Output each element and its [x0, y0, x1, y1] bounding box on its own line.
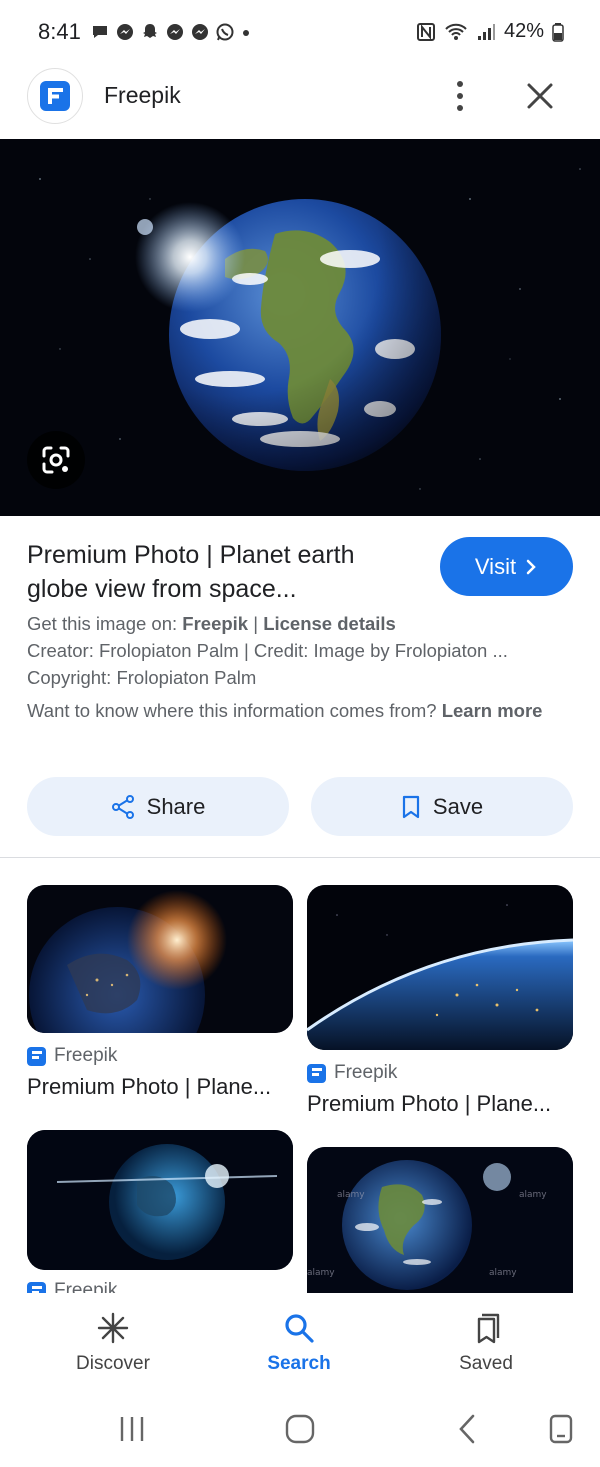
more-options-button[interactable] [445, 78, 475, 114]
bottom-navigation: Discover Search Saved [0, 1293, 600, 1393]
related-image-3-picture [27, 1130, 293, 1270]
svg-text:alamy: alamy [337, 1190, 365, 1200]
more-vert-icon [457, 81, 463, 87]
messenger-icon-2 [167, 24, 183, 40]
info-source-line: Want to know where this information come… [27, 700, 543, 721]
related-image-4-picture: alamy alamy alamy alamy [307, 1147, 573, 1293]
related-image-3[interactable] [27, 1130, 293, 1270]
bookmark-icon [402, 795, 420, 818]
status-time: 8:41 [38, 19, 81, 44]
license-details-link[interactable]: License details [263, 613, 396, 634]
svg-text:alamy: alamy [519, 1190, 547, 1200]
snapchat-icon [143, 24, 157, 38]
related-source-1[interactable]: Freepik [27, 1045, 117, 1067]
share-icon [111, 794, 134, 819]
copyright-line: Copyright: Frolopiaton Palm [27, 667, 257, 688]
related-image-2[interactable] [307, 885, 573, 1050]
system-status-icons: 42% [416, 20, 564, 43]
nav-search[interactable]: Search [229, 1311, 369, 1375]
whatsapp-icon [216, 23, 234, 41]
related-image-4[interactable]: alamy alamy alamy alamy [307, 1147, 573, 1293]
hero-image[interactable] [0, 139, 600, 516]
asterisk-icon [97, 1312, 129, 1344]
battery-icon [552, 22, 564, 42]
freepik-logo-icon [40, 81, 70, 111]
nav-saved[interactable]: Saved [416, 1311, 556, 1375]
source-line: Get this image on: Freepik | License det… [27, 613, 396, 634]
battery-percent: 42% [503, 20, 544, 42]
dot-icon [243, 30, 249, 36]
close-icon[interactable] [522, 78, 558, 114]
section-divider [0, 857, 600, 858]
related-caption-2[interactable]: Premium Photo | Plane... [307, 1091, 573, 1117]
chat-icon [93, 26, 107, 38]
lens-button[interactable] [27, 431, 85, 489]
related-source-2[interactable]: Freepik [307, 1062, 397, 1084]
creator-line: Creator: Frolopiaton Palm | Credit: Imag… [27, 640, 508, 661]
notification-icons [90, 22, 252, 42]
back-icon[interactable] [456, 1413, 478, 1445]
messenger-icon-3 [192, 24, 208, 40]
keyboard-toggle-icon[interactable] [548, 1413, 574, 1445]
share-button[interactable]: Share [27, 777, 289, 836]
result-title: Premium Photo | Planet earth globe view … [27, 541, 355, 603]
site-title: Freepik [104, 82, 181, 108]
related-image-2-picture [307, 885, 573, 1050]
system-navigation-bar [0, 1393, 600, 1467]
nav-discover[interactable]: Discover [43, 1311, 183, 1375]
search-icon [285, 1314, 314, 1343]
svg-text:alamy: alamy [307, 1268, 335, 1278]
chevron-right-icon [526, 559, 536, 574]
recent-apps-icon[interactable] [118, 1415, 146, 1443]
messenger-icon [117, 24, 133, 40]
visit-button[interactable]: Visit [440, 537, 573, 596]
source-link[interactable]: Freepik [182, 613, 248, 634]
share-label: Share [146, 793, 206, 819]
visit-label: Visit [474, 553, 517, 579]
google-lens-icon [42, 446, 70, 474]
related-image-1-picture [27, 885, 293, 1033]
site-header: Freepik [0, 64, 600, 138]
learn-more-link[interactable]: Learn more [442, 700, 543, 721]
freepik-source-icon-2 [307, 1063, 326, 1083]
save-label: Save [432, 793, 484, 819]
nav-search-label: Search [267, 1353, 331, 1374]
nfc-icon [416, 22, 435, 41]
earth-image [0, 139, 600, 516]
related-caption-1[interactable]: Premium Photo | Plane... [27, 1074, 293, 1100]
home-icon[interactable] [284, 1413, 316, 1445]
svg-text:alamy: alamy [489, 1268, 517, 1278]
freepik-source-icon [27, 1046, 46, 1066]
site-logo [27, 68, 83, 124]
saved-bookmarks-icon [477, 1313, 500, 1344]
save-button[interactable]: Save [311, 777, 573, 836]
wifi-icon [445, 23, 467, 40]
related-image-1[interactable] [27, 885, 293, 1033]
status-bar: 8:41 42% [0, 0, 600, 64]
signal-icon [477, 23, 495, 40]
nav-discover-label: Discover [76, 1353, 150, 1374]
nav-saved-label: Saved [459, 1353, 513, 1374]
